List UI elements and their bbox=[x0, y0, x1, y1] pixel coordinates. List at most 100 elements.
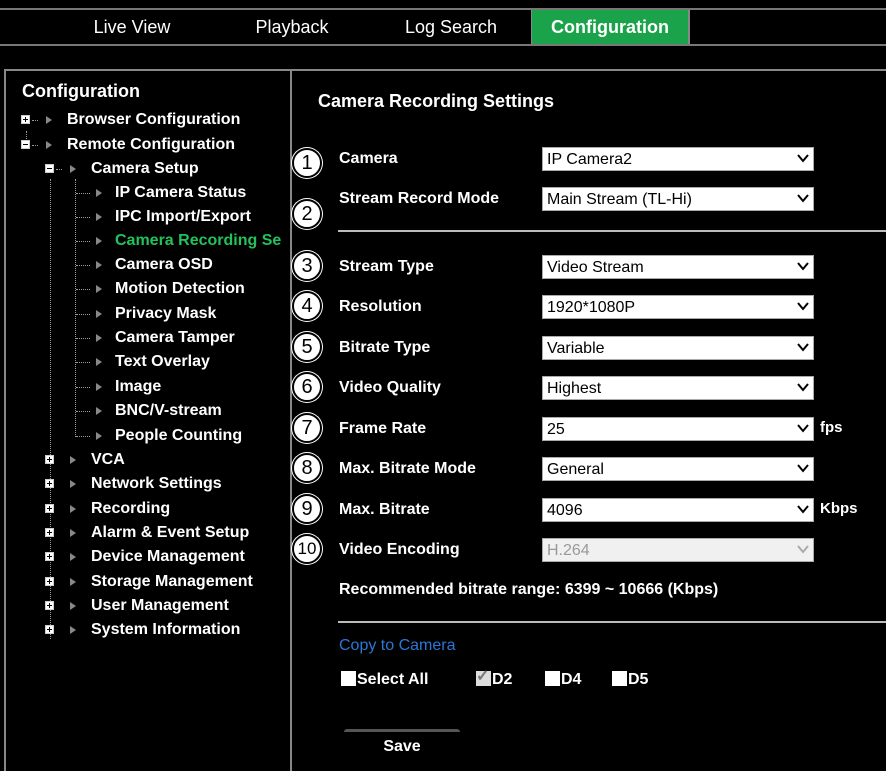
video-encoding-select: H.264 bbox=[542, 538, 814, 562]
tree-item-people-counting[interactable]: People Counting bbox=[115, 425, 242, 447]
collapse-icon[interactable] bbox=[45, 164, 54, 173]
arrow-right-icon bbox=[96, 213, 102, 221]
camera-value: IP Camera2 bbox=[547, 151, 633, 168]
tree-item-storage-management[interactable]: Storage Management bbox=[91, 571, 253, 593]
checkbox-label: D5 bbox=[628, 671, 649, 688]
max-bitrate-mode-select[interactable]: General bbox=[542, 457, 814, 481]
frame-rate-label: Frame Rate bbox=[339, 420, 427, 437]
max-bitrate-value: 4096 bbox=[547, 502, 583, 519]
tree-item-recording[interactable]: Recording bbox=[91, 498, 170, 520]
top-tab-bar: Live View Playback Log Search Configurat… bbox=[0, 8, 886, 46]
arrow-right-icon bbox=[70, 602, 76, 610]
expand-icon[interactable] bbox=[45, 601, 54, 610]
chevron-down-icon bbox=[797, 343, 809, 352]
chevron-down-icon bbox=[797, 154, 809, 163]
max-bitrate-select[interactable]: 4096 bbox=[542, 498, 814, 522]
tree-connector bbox=[76, 217, 90, 218]
video-encoding-value: H.264 bbox=[547, 542, 590, 559]
expand-icon[interactable] bbox=[45, 552, 54, 561]
callout-badge: 1 bbox=[292, 148, 322, 178]
tree-item-privacy-mask[interactable]: Privacy Mask bbox=[115, 303, 216, 325]
arrow-right-icon bbox=[96, 310, 102, 318]
tree-title: Configuration bbox=[22, 81, 140, 101]
arrow-right-icon bbox=[70, 553, 76, 561]
tree-item-text-overlay[interactable]: Text Overlay bbox=[115, 351, 210, 373]
chevron-down-icon bbox=[797, 302, 809, 311]
tree-connector bbox=[76, 436, 90, 437]
chevron-down-icon bbox=[797, 194, 809, 203]
tree-item-network-settings[interactable]: Network Settings bbox=[91, 473, 222, 495]
checkbox-d2[interactable]: D2 bbox=[476, 667, 513, 690]
arrow-right-icon bbox=[96, 334, 102, 342]
expand-icon[interactable] bbox=[45, 528, 54, 537]
stream-type-select[interactable]: Video Stream bbox=[542, 255, 814, 279]
arrow-right-icon bbox=[96, 358, 102, 366]
checkbox-label: Select All bbox=[357, 671, 429, 688]
checkbox-label: D4 bbox=[561, 671, 582, 688]
tab-log-search[interactable]: Log Search bbox=[372, 10, 530, 44]
collapse-icon[interactable] bbox=[21, 140, 30, 149]
tree-item-remote-configuration[interactable]: Remote Configuration bbox=[67, 134, 235, 156]
bitrate-type-value: Variable bbox=[547, 340, 605, 357]
tree-item-alarm-event-setup[interactable]: Alarm & Event Setup bbox=[91, 522, 249, 544]
tree-item-image[interactable]: Image bbox=[115, 376, 161, 398]
arrow-right-icon bbox=[70, 626, 76, 634]
tree-item-ipc-import-export[interactable]: IPC Import/Export bbox=[115, 206, 251, 228]
tree-connector bbox=[76, 314, 90, 315]
expand-icon[interactable] bbox=[21, 115, 30, 124]
tree-item-camera-osd[interactable]: Camera OSD bbox=[115, 254, 213, 276]
bitrate-type-select[interactable]: Variable bbox=[542, 336, 814, 360]
expand-icon[interactable] bbox=[45, 625, 54, 634]
tree-connector bbox=[76, 193, 90, 194]
stream-record-mode-select[interactable]: Main Stream (TL-Hi) bbox=[542, 187, 814, 211]
chevron-down-icon bbox=[797, 464, 809, 473]
tree-item-ip-camera-status[interactable]: IP Camera Status bbox=[115, 182, 246, 204]
camera-select[interactable]: IP Camera2 bbox=[542, 147, 814, 171]
tree-connector bbox=[76, 387, 90, 388]
arrow-right-icon bbox=[70, 529, 76, 537]
video-quality-select[interactable]: Highest bbox=[542, 376, 814, 400]
frame-rate-select[interactable]: 25 bbox=[542, 417, 814, 441]
tree-item-user-management[interactable]: User Management bbox=[91, 595, 229, 617]
tab-configuration[interactable]: Configuration bbox=[531, 10, 689, 44]
expand-icon[interactable] bbox=[45, 504, 54, 513]
tree-item-camera-recording-settings[interactable]: Camera Recording Se bbox=[115, 230, 281, 252]
tab-playback[interactable]: Playback bbox=[212, 10, 372, 44]
save-button[interactable]: Save bbox=[344, 729, 460, 757]
callout-badge: 4 bbox=[292, 291, 322, 321]
callout-badge: 2 bbox=[292, 199, 322, 229]
frame-rate-unit: fps bbox=[820, 419, 843, 436]
tree-item-device-management[interactable]: Device Management bbox=[91, 546, 245, 568]
expand-icon[interactable] bbox=[45, 455, 54, 464]
bitrate-type-label: Bitrate Type bbox=[339, 339, 431, 356]
expand-icon[interactable] bbox=[45, 479, 54, 488]
arrow-right-icon bbox=[96, 407, 102, 415]
callout-badge: 6 bbox=[292, 372, 322, 402]
tree-item-vca[interactable]: VCA bbox=[91, 449, 125, 471]
arrow-right-icon bbox=[96, 432, 102, 440]
resolution-select[interactable]: 1920*1080P bbox=[542, 295, 814, 319]
tree-item-camera-tamper[interactable]: Camera Tamper bbox=[115, 327, 235, 349]
arrow-right-icon bbox=[96, 237, 102, 245]
tree-item-camera-setup[interactable]: Camera Setup bbox=[91, 158, 199, 180]
stream-type-value: Video Stream bbox=[547, 259, 644, 276]
checkbox-d4[interactable]: D4 bbox=[545, 670, 581, 690]
tree-item-bnc-v-stream[interactable]: BNC/V-stream bbox=[115, 400, 222, 422]
checkbox-box[interactable] bbox=[545, 671, 560, 686]
tree-item-browser-configuration[interactable]: Browser Configuration bbox=[67, 109, 240, 131]
tree-connector bbox=[32, 145, 38, 146]
checkbox-label: D2 bbox=[492, 671, 513, 688]
video-quality-label: Video Quality bbox=[339, 379, 441, 396]
select-all-checkbox[interactable]: Select All bbox=[341, 670, 428, 690]
tree-item-system-information[interactable]: System Information bbox=[91, 619, 240, 641]
checkbox-box[interactable] bbox=[341, 671, 356, 686]
tab-live-view[interactable]: Live View bbox=[52, 10, 212, 44]
checkbox-box[interactable] bbox=[612, 671, 627, 686]
arrow-right-icon bbox=[70, 165, 76, 173]
tree-item-motion-detection[interactable]: Motion Detection bbox=[115, 278, 245, 300]
max-bitrate-unit: Kbps bbox=[820, 500, 858, 517]
checkbox-d5[interactable]: D5 bbox=[612, 670, 648, 690]
video-quality-value: Highest bbox=[547, 380, 602, 397]
checkbox-box-checked[interactable] bbox=[476, 667, 491, 687]
expand-icon[interactable] bbox=[45, 577, 54, 586]
